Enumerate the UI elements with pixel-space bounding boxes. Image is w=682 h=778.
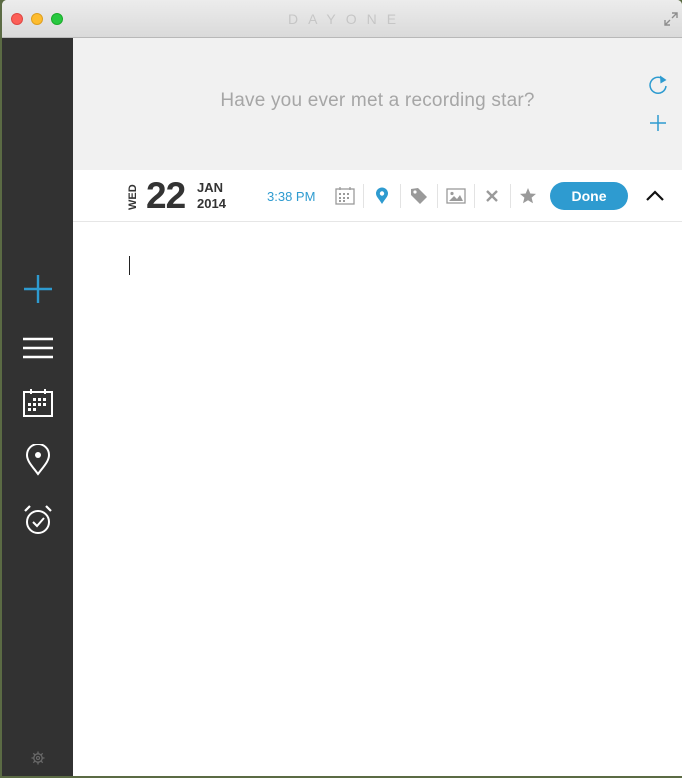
tag-icon (411, 188, 427, 204)
text-cursor (129, 256, 130, 275)
calendar-icon (23, 389, 53, 417)
close-icon (486, 190, 498, 202)
chevron-up-icon[interactable] (645, 188, 665, 204)
star-icon (520, 188, 536, 204)
app-title: DAYONE (287, 11, 407, 27)
toolbar-divider (400, 184, 401, 208)
sidebar-item-list[interactable] (20, 330, 56, 366)
photo-icon (446, 188, 466, 204)
plus-icon (24, 275, 52, 303)
calendar-icon (335, 187, 355, 205)
entry-toolbar: WED 22 JAN 2014 3:38 PM Done (73, 170, 682, 222)
date-picker-button[interactable] (335, 186, 355, 206)
sidebar-item-map[interactable] (20, 442, 56, 478)
fullscreen-icon[interactable] (664, 12, 678, 26)
delete-entry-button[interactable] (482, 186, 502, 206)
toolbar-divider (437, 184, 438, 208)
toolbar-divider (474, 184, 475, 208)
map-pin-icon (25, 444, 51, 476)
entry-year: 2014 (197, 196, 226, 211)
location-pin-icon (376, 187, 388, 204)
add-prompt-icon[interactable] (649, 114, 667, 132)
location-button[interactable] (372, 186, 392, 206)
main-panel: Have you ever met a recording star? WED … (73, 38, 682, 776)
entry-day[interactable]: 22 (146, 176, 186, 216)
title-bar: DAYONE (2, 0, 682, 38)
entry-time[interactable]: 3:38 PM (267, 189, 315, 204)
prompt-panel: Have you ever met a recording star? (73, 38, 682, 170)
prompt-text[interactable]: Have you ever met a recording star? (73, 90, 682, 112)
app-window: DAYONE Have you ever met a recording sta… (2, 0, 682, 776)
sidebar (2, 38, 73, 776)
entry-month: JAN (197, 180, 224, 195)
entry-editor[interactable] (73, 222, 682, 776)
gear-icon[interactable] (31, 751, 45, 765)
toolbar-divider (363, 184, 364, 208)
photo-button[interactable] (446, 186, 466, 206)
new-entry-button[interactable] (20, 271, 56, 307)
list-icon (23, 337, 53, 359)
star-button[interactable] (518, 186, 538, 206)
entry-weekday: WED (127, 184, 139, 210)
toolbar-divider (510, 184, 511, 208)
sidebar-item-reminders[interactable] (20, 502, 56, 538)
refresh-icon[interactable] (647, 74, 669, 96)
alarm-clock-icon (24, 505, 52, 534)
done-button[interactable]: Done (550, 182, 628, 210)
tag-button[interactable] (409, 186, 429, 206)
sidebar-item-calendar[interactable] (20, 385, 56, 421)
